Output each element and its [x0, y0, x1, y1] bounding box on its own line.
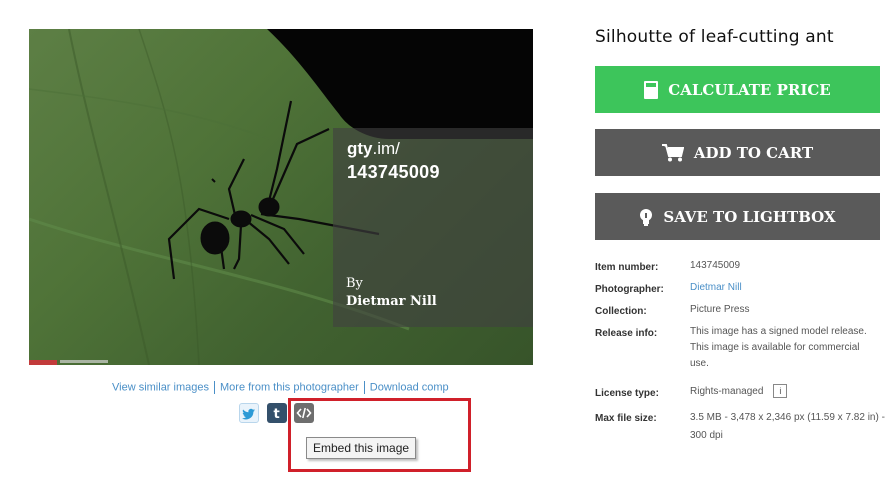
- short-url: gty.im/: [347, 139, 400, 158]
- release-info-value: This image has a signed model release. T…: [690, 326, 867, 369]
- info-icon[interactable]: i: [773, 384, 788, 399]
- calculate-price-label: CALCULATE PRICE: [668, 80, 831, 99]
- overlay-photographer: Dietmar Nill: [346, 294, 437, 309]
- license-type-text: Rights-managed: [690, 386, 764, 397]
- highlight-box: [288, 398, 471, 472]
- watermark-overlay: gty.im/ 143745009 By Dietmar Nill: [333, 128, 533, 327]
- link-divider: [363, 381, 365, 394]
- more-from-photographer-link[interactable]: More from this photographer: [220, 381, 359, 393]
- download-comp-link[interactable]: Download comp: [370, 381, 449, 393]
- photographer-link[interactable]: Dietmar Nill: [690, 280, 885, 295]
- image-links: View similar images More from this photog…: [112, 381, 457, 394]
- view-similar-link[interactable]: View similar images: [112, 381, 209, 393]
- save-to-lightbox-label: SAVE TO LIGHTBOX: [663, 207, 836, 226]
- collection-value: Picture Press: [690, 304, 750, 315]
- max-file-size-label: Max file size:: [595, 413, 657, 424]
- cart-icon: [661, 143, 684, 162]
- tumblr-share-button[interactable]: t: [267, 403, 287, 423]
- link-divider: [214, 381, 215, 394]
- calculator-icon: [644, 80, 659, 99]
- add-to-cart-button[interactable]: ADD TO CART: [595, 129, 880, 176]
- release-info-label: Release info:: [595, 328, 658, 339]
- photographer-label: Photographer:: [595, 284, 664, 295]
- add-to-cart-label: ADD TO CART: [693, 143, 814, 162]
- lightbulb-icon: [639, 208, 653, 226]
- collection-label: Collection:: [595, 306, 647, 317]
- product-image[interactable]: gty.im/ 143745009 By Dietmar Nill: [29, 29, 533, 365]
- license-type-value: Rights-managed i: [690, 384, 885, 399]
- overlay-by-label: By: [346, 276, 363, 291]
- calculate-price-button[interactable]: CALCULATE PRICE: [595, 66, 880, 113]
- max-file-size-value: 3.5 MB - 3,478 x 2,346 px (11.59 x 7.82 …: [690, 412, 885, 441]
- save-to-lightbox-button[interactable]: SAVE TO LIGHTBOX: [595, 193, 880, 240]
- twitter-icon: [242, 408, 255, 420]
- item-number-label: Item number:: [595, 262, 659, 273]
- tumblr-icon: t: [274, 407, 280, 422]
- license-type-label: License type:: [595, 388, 659, 399]
- image-title: Silhoutte of leaf-cutting ant: [595, 27, 834, 47]
- item-number-value: 143745009: [690, 260, 741, 271]
- svg-text:t: t: [274, 407, 280, 422]
- twitter-share-button[interactable]: [239, 403, 259, 423]
- overlay-image-id: 143745009: [347, 162, 440, 182]
